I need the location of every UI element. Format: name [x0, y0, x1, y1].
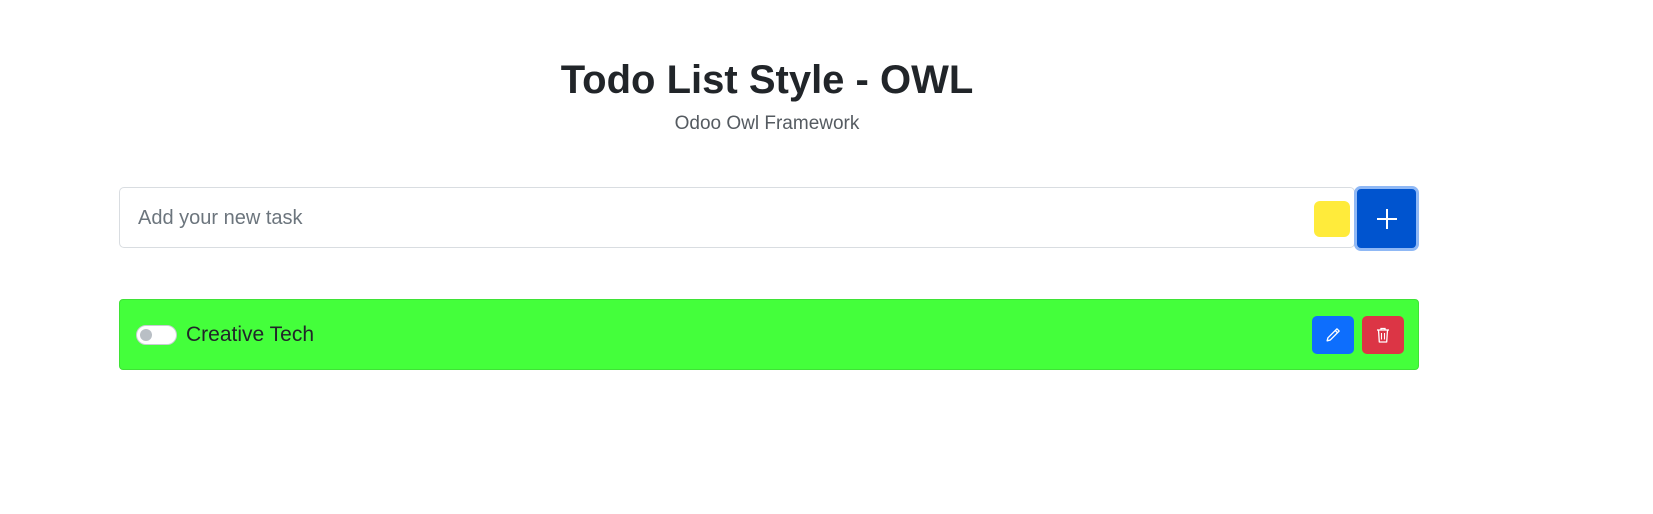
add-task-row: [119, 186, 1419, 251]
edit-task-button[interactable]: [1312, 316, 1354, 354]
page-subtitle: Odoo Owl Framework: [674, 113, 860, 134]
page-header: Todo List Style - OWL Odoo Owl Framework: [0, 56, 1534, 136]
page-title: Todo List Style - OWL: [560, 58, 974, 102]
add-task-button[interactable]: [1354, 186, 1419, 251]
toggle-knob: [140, 329, 152, 341]
color-picker[interactable]: [1314, 201, 1350, 237]
todo-app: Todo List Style - OWL Odoo Owl Framework…: [0, 0, 1653, 514]
plus-icon: [1376, 208, 1397, 229]
task-label: Creative Tech: [186, 323, 315, 346]
task-complete-toggle[interactable]: [136, 325, 177, 345]
trash-icon: [1377, 327, 1389, 343]
task-item: Creative Tech: [119, 299, 1419, 370]
task-input-container: [119, 187, 1355, 249]
pencil-icon: [1326, 328, 1340, 342]
task-input[interactable]: [136, 188, 1290, 249]
delete-task-button[interactable]: [1362, 316, 1404, 354]
